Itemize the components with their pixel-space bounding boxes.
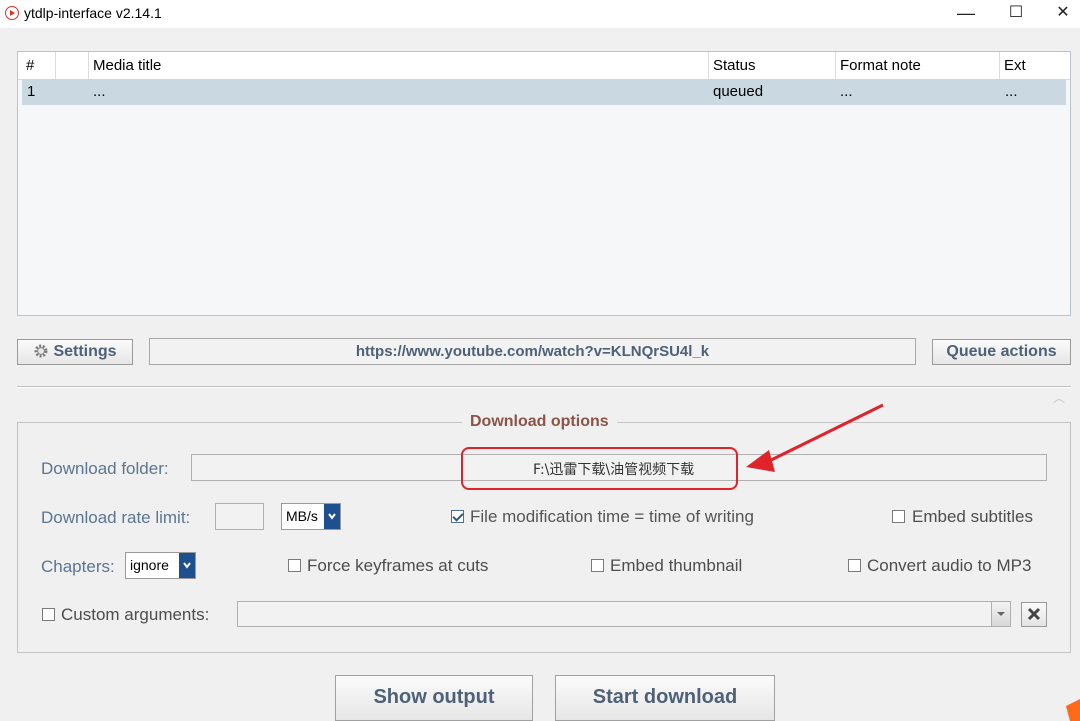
annotation-arrow: [746, 403, 1080, 721]
